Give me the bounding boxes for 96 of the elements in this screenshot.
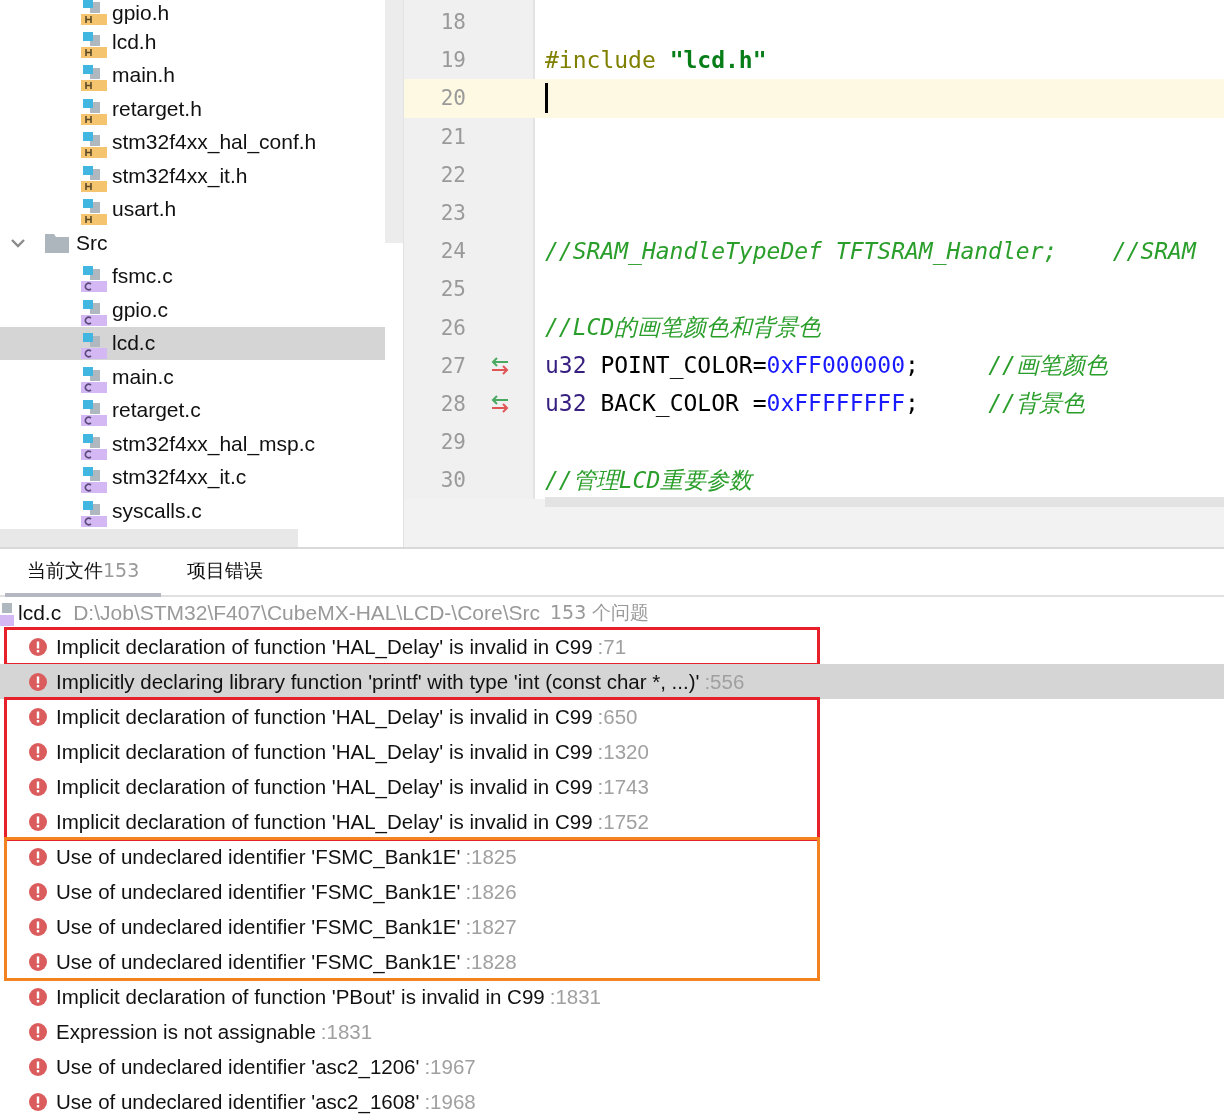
line-reference: :71	[597, 634, 627, 659]
file-name: syscalls.c	[112, 498, 202, 523]
problem-message: Implicit declaration of function 'HAL_Delay' is invalid in C99	[56, 774, 593, 799]
line-number: 19	[439, 48, 466, 73]
code-line: u32 POINT_COLOR=0xFF000000; //画笔颜色	[545, 351, 1108, 381]
problem-row[interactable]: Implicit declaration of function 'PBout' is invalid in C99 :1831	[0, 979, 1224, 1014]
file-name: lcd.c	[18, 601, 62, 625]
problem-row[interactable]: Implicit declaration of function 'HAL_Delay' is invalid in C99 :1752	[6, 804, 818, 839]
line-number: 28	[439, 391, 466, 416]
problem-message: Use of undeclared identifier 'FSMC_Bank1E'	[56, 879, 461, 904]
file-name: usart.h	[112, 197, 177, 222]
file-path: D:\Job\STM32\F407\CubeMX-HAL\LCD-\Core\Src	[73, 601, 540, 625]
problem-row[interactable]: Use of undeclared identifier 'asc2_1206' :1967	[0, 1049, 1224, 1084]
line-reference: :1320	[597, 739, 649, 764]
tree-item[interactable]: stm32f4xx_hal_msp.c	[0, 427, 385, 461]
line-number: 23	[439, 201, 466, 226]
line-number: 25	[439, 277, 466, 302]
line-number: 26	[439, 315, 466, 340]
file-name: retarget.c	[112, 398, 201, 423]
line-reference: :650	[597, 704, 638, 729]
tree-item[interactable]: fsmc.c	[0, 259, 385, 293]
problem-message: Expression is not assignable	[56, 1019, 316, 1044]
problem-message: Use of undeclared identifier 'asc2_1206'	[56, 1054, 420, 1079]
problem-message: Implicitly declaring library function 'printf' with type 'int (const char *, ...)'	[56, 669, 700, 694]
line-number: 20	[439, 86, 466, 111]
file-name: stm32f4xx_it.c	[112, 465, 247, 490]
panel-tab[interactable]: 当前文件153	[5, 549, 162, 597]
problem-row[interactable]: Use of undeclared identifier 'FSMC_Bank1E' :1826	[6, 874, 818, 909]
line-reference: :1827	[465, 914, 517, 939]
panel-tab[interactable]: 项目错误	[165, 549, 286, 597]
line-reference: :1828	[465, 949, 517, 974]
problem-message: Implicit declaration of function 'PBout' is invalid in C99	[56, 984, 545, 1009]
line-reference: :1831	[320, 1019, 373, 1044]
file-name: gpio.c	[112, 297, 169, 322]
problem-row[interactable]: Use of undeclared identifier 'asc2_1608' :1968	[0, 1084, 1224, 1117]
tree-item[interactable]: syscalls.c	[0, 494, 385, 528]
tree-item[interactable]: lcd.h	[0, 25, 385, 59]
line-number: 27	[439, 353, 466, 378]
line-number: 30	[439, 468, 466, 493]
problem-message: Implicit declaration of function 'HAL_Delay' is invalid in C99	[56, 809, 593, 834]
problem-message: Implicit declaration of function 'HAL_Delay' is invalid in C99	[56, 634, 593, 659]
problem-count: 153 个问题	[550, 600, 650, 625]
folder-name: Src	[76, 230, 108, 255]
line-reference: :1825	[465, 844, 517, 869]
tree-item[interactable]: Src	[0, 226, 385, 260]
file-name: main.c	[112, 364, 174, 389]
problem-row[interactable]: Implicit declaration of function 'HAL_Delay' is invalid in C99 :71	[6, 629, 818, 664]
problem-message: Use of undeclared identifier 'FSMC_Bank1E'	[56, 844, 461, 869]
file-name: stm32f4xx_hal_msp.c	[112, 431, 316, 456]
problem-message: Implicit declaration of function 'HAL_Delay' is invalid in C99	[56, 704, 593, 729]
code-line: //SRAM_HandleTypeDef TFTSRAM_Handler; //SRAM	[545, 238, 1196, 265]
problem-message: Implicit declaration of function 'HAL_Delay' is invalid in C99	[56, 739, 593, 764]
code-line: u32 BACK_COLOR =0xFFFFFFFF; //背景色	[545, 389, 1085, 419]
file-name: stm32f4xx_it.h	[112, 163, 248, 188]
problem-message: Use of undeclared identifier 'FSMC_Bank1E'	[56, 949, 461, 974]
file-name: gpio.h	[112, 1, 170, 25]
line-number: 29	[439, 430, 466, 455]
problem-row[interactable]: Implicit declaration of function 'HAL_Delay' is invalid in C99 :650	[6, 699, 818, 734]
problem-row[interactable]: Expression is not assignable :1831	[0, 1014, 1224, 1049]
code-line: //管理LCD重要参数	[545, 465, 753, 495]
file-name: stm32f4xx_hal_conf.h	[112, 130, 317, 155]
line-number: 22	[439, 162, 466, 187]
tree-item[interactable]: retarget.h	[0, 92, 385, 126]
tree-item[interactable]: main.h	[0, 58, 385, 92]
file-name: fsmc.c	[112, 264, 173, 289]
line-reference: :1967	[424, 1054, 476, 1079]
line-reference: :1968	[424, 1089, 476, 1114]
tree-item[interactable]: stm32f4xx_it.c	[0, 460, 385, 494]
file-name: lcd.c	[112, 331, 156, 356]
tree-item[interactable]: gpio.c	[0, 293, 385, 327]
tree-item[interactable]: gpio.h	[0, 0, 385, 25]
tree-item[interactable]: main.c	[0, 360, 385, 394]
file-name: lcd.h	[112, 29, 157, 54]
tree-item[interactable]: retarget.c	[0, 393, 385, 427]
tree-item[interactable]: lcd.c	[0, 326, 385, 360]
line-reference: :1831	[549, 984, 601, 1009]
problem-row[interactable]: Use of undeclared identifier 'FSMC_Bank1E' :1828	[6, 944, 818, 979]
file-name: retarget.h	[112, 96, 202, 121]
problem-message: Use of undeclared identifier 'FSMC_Bank1E'	[56, 914, 461, 939]
code-line: #include "lcd.h"	[545, 47, 767, 74]
tree-item[interactable]: usart.h	[0, 192, 385, 226]
code-line: //LCD的画笔颜色和背景色	[545, 313, 822, 343]
line-reference: :1752	[597, 809, 649, 834]
problem-message: Use of undeclared identifier 'asc2_1608'	[56, 1089, 420, 1114]
line-reference: :1826	[465, 879, 517, 904]
tree-item[interactable]: stm32f4xx_hal_conf.h	[0, 125, 385, 159]
line-number: 21	[439, 124, 466, 149]
line-number: 24	[439, 239, 466, 264]
tree-item[interactable]: stm32f4xx_it.h	[0, 159, 385, 193]
problem-row[interactable]: Implicit declaration of function 'HAL_Delay' is invalid in C99 :1320	[6, 734, 818, 769]
problem-row[interactable]: Use of undeclared identifier 'FSMC_Bank1E' :1827	[6, 909, 818, 944]
file-name: main.h	[112, 63, 176, 88]
line-reference: :1743	[597, 774, 649, 799]
problem-row[interactable]: Use of undeclared identifier 'FSMC_Bank1E' :1825	[6, 839, 818, 874]
problem-row[interactable]: Implicit declaration of function 'HAL_Delay' is invalid in C99 :1743	[6, 769, 818, 804]
line-number: 18	[439, 10, 466, 35]
